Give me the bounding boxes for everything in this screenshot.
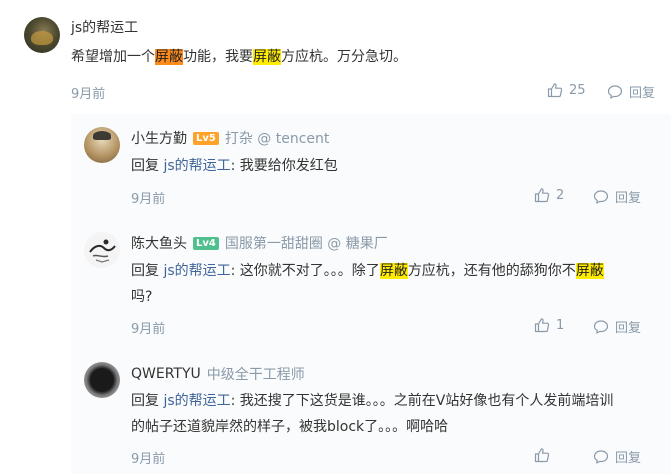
reply-2-like-count: 1 (556, 317, 565, 333)
reply-3-reply-button[interactable]: 回复 (593, 447, 641, 466)
comment-text: 方应杭，还有他的舔狗你不 (407, 263, 576, 279)
reply-1-content: 回复 js的帮运工: 我要给你发红包 (131, 153, 338, 179)
highlighted-keyword: 屏蔽 (155, 49, 183, 65)
comment-text: 吗? (131, 289, 153, 305)
thumbs-up-icon (534, 448, 550, 463)
reply-3-avatar[interactable] (84, 362, 120, 398)
reply-to-link[interactable]: js的帮运工 (163, 158, 230, 174)
reply-2-job: 国服第一甜甜圈 @ 糖果厂 (224, 236, 388, 252)
main-comment-time: 9月前 (71, 87, 106, 102)
comment-bubble-icon (593, 319, 609, 334)
reply-1-like-button[interactable]: 2 (534, 187, 564, 203)
comment-text: : 我还搜了下这货是谁。。。之前在V站好像也有个人发前端培训 (230, 393, 614, 409)
comment-bubble-icon (593, 449, 609, 464)
reply-2-reply-button[interactable]: 回复 (593, 317, 641, 336)
ink-drawing-icon (89, 239, 116, 263)
reply-3-reply-label: 回复 (615, 451, 642, 466)
main-comment-avatar[interactable] (24, 17, 60, 53)
reply-1-reply-button[interactable]: 回复 (593, 187, 641, 206)
thumbs-up-icon (547, 83, 563, 98)
reply-3-header: QWERTYU 中级全干工程师 (131, 364, 305, 384)
reply-2-reply-label: 回复 (615, 321, 642, 336)
reply-3-time: 9月前 (131, 452, 166, 467)
reply-2-avatar[interactable] (84, 232, 120, 268)
comment-text: : 这你就不对了。。。除了 (230, 263, 380, 279)
comment-text: 功能，我要 (183, 49, 253, 65)
reply-line: 吗? (131, 284, 604, 310)
highlighted-keyword: 屏蔽 (575, 263, 604, 279)
highlighted-keyword: 屏蔽 (379, 263, 408, 279)
reply-2-like-button[interactable]: 1 (534, 317, 564, 333)
reply-2-author[interactable]: 陈大鱼头 (131, 233, 187, 253)
reply-to-link[interactable]: js的帮运工 (163, 393, 230, 409)
level-badge[interactable]: Lv4 (193, 236, 219, 250)
comment-text: : 我要给你发红包 (230, 158, 338, 174)
reply-keyword: 回复 (131, 393, 164, 409)
reply-1-like-count: 2 (556, 187, 565, 203)
reply-1-header: 小生方勤 Lv5 打杂 @ tencent (131, 128, 329, 148)
main-reply-label: 回复 (629, 86, 656, 101)
reply-line: 的帖子还道貌岸然的样子，被我block了。。。啊哈哈 (131, 414, 613, 440)
highlighted-keyword: 屏蔽 (253, 49, 281, 65)
reply-1-avatar[interactable] (84, 127, 120, 163)
comment-text: 方应杭。万分急切。 (281, 49, 407, 65)
reply-1-job: 打杂 @ tencent (224, 131, 330, 147)
reply-2-content: 回复 js的帮运工: 这你就不对了。。。除了屏蔽方应杭，还有他的舔狗你不屏蔽 吗? (131, 258, 604, 310)
reply-3-content: 回复 js的帮运工: 我还搜了下这货是谁。。。之前在V站好像也有个人发前端培训的… (131, 388, 613, 440)
main-like-count: 25 (569, 82, 586, 98)
comment-bubble-icon (593, 189, 609, 204)
thumbs-up-icon (534, 188, 550, 203)
comment-bubble-icon (607, 84, 623, 99)
comment-text: 希望增加一个 (71, 49, 155, 65)
level-badge[interactable]: Lv5 (193, 131, 219, 145)
reply-line: 回复 js的帮运工: 我还搜了下这货是谁。。。之前在V站好像也有个人发前端培训 (131, 388, 613, 414)
reply-3-like-button[interactable] (534, 447, 550, 463)
reply-2-header: 陈大鱼头 Lv4 国服第一甜甜圈 @ 糖果厂 (131, 233, 388, 253)
reply-keyword: 回复 (131, 158, 164, 174)
reply-3-job: 中级全干工程师 (206, 367, 305, 383)
reply-to-link[interactable]: js的帮运工 (163, 263, 230, 279)
reply-3-author[interactable]: QWERTYU (131, 366, 201, 382)
thumbs-up-icon (534, 318, 550, 333)
main-like-button[interactable]: 25 (547, 82, 586, 98)
reply-1-author[interactable]: 小生方勤 (131, 128, 187, 148)
main-reply-button[interactable]: 回复 (607, 82, 655, 101)
reply-1-time: 9月前 (131, 192, 166, 207)
reply-1-reply-label: 回复 (615, 191, 642, 206)
main-comment-content: 希望增加一个屏蔽功能，我要屏蔽方应杭。万分急切。 (71, 46, 407, 66)
reply-keyword: 回复 (131, 263, 164, 279)
comment-text: 的帖子还道貌岸然的样子，被我block了。。。啊哈哈 (131, 419, 449, 435)
reply-line: 回复 js的帮运工: 我要给你发红包 (131, 153, 338, 179)
main-comment-author[interactable]: js的帮运工 (71, 17, 138, 37)
reply-line: 回复 js的帮运工: 这你就不对了。。。除了屏蔽方应杭，还有他的舔狗你不屏蔽 (131, 258, 604, 284)
reply-2-time: 9月前 (131, 322, 166, 337)
